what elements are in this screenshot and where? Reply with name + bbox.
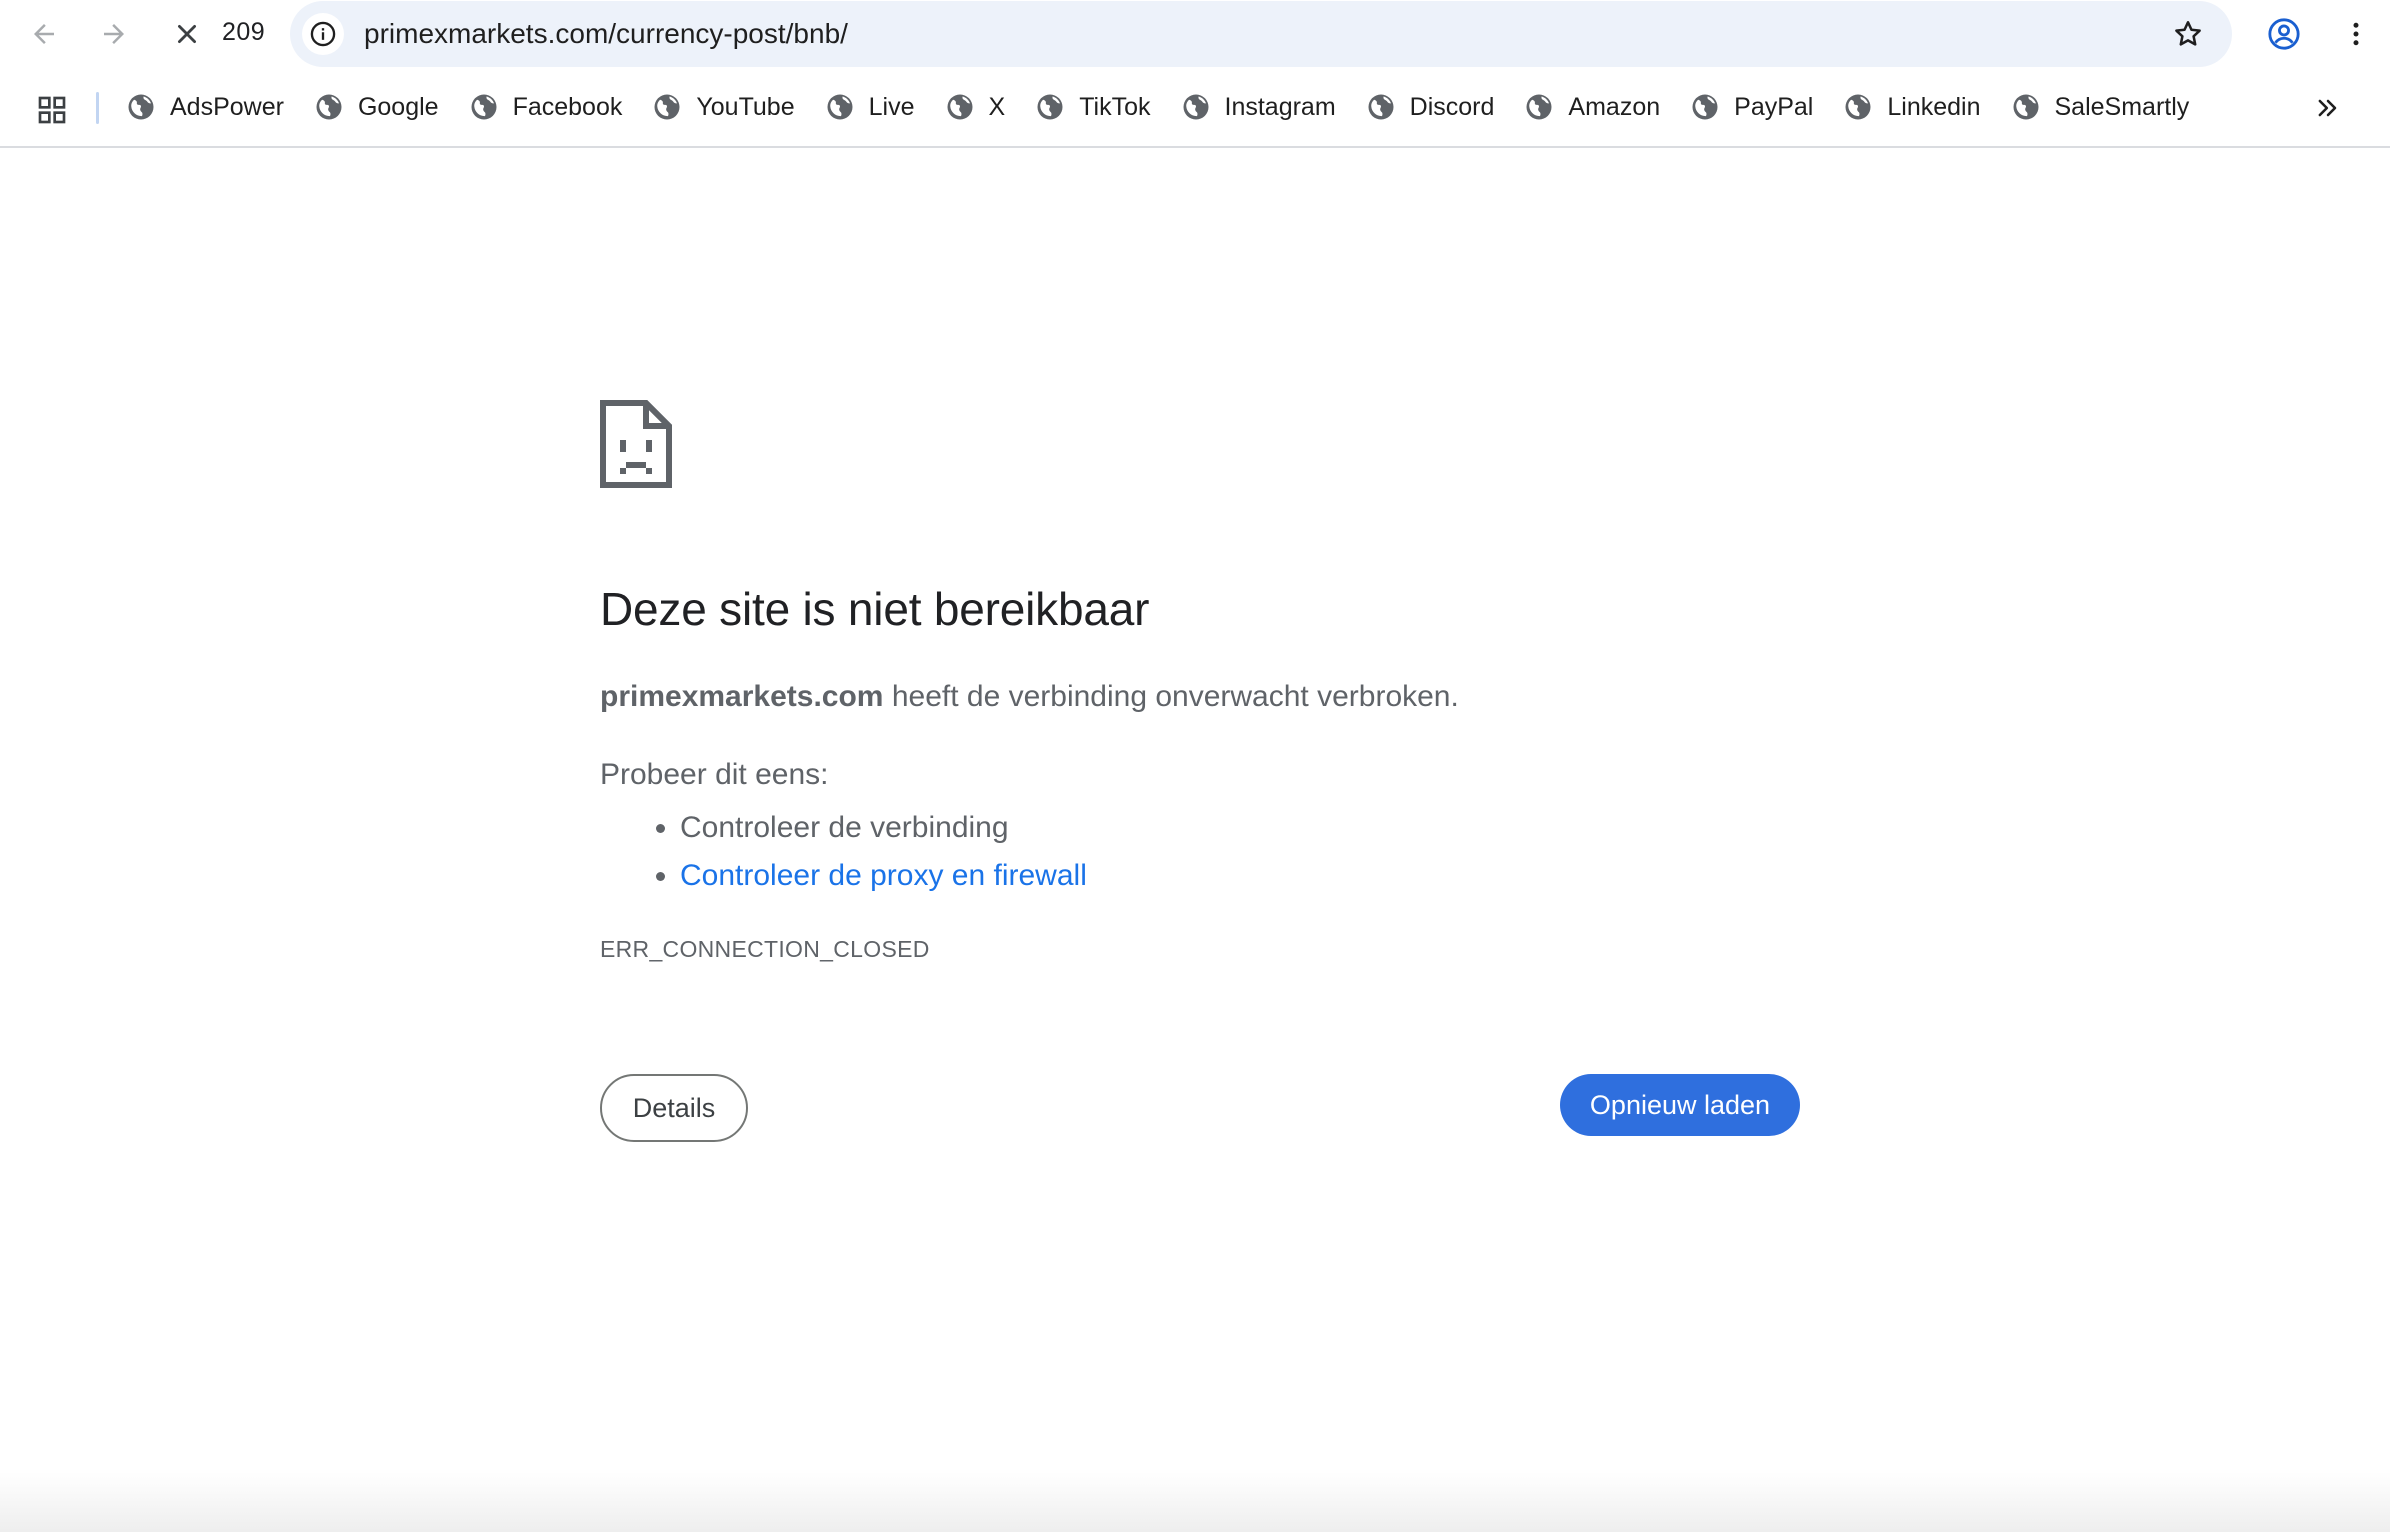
forward-arrow-icon bbox=[104, 24, 124, 44]
bookmark-label: AdsPower bbox=[170, 92, 284, 121]
bookmark-label: Google bbox=[357, 92, 439, 121]
bookmark-label: Instagram bbox=[1224, 92, 1336, 121]
tab-count[interactable]: 209 bbox=[222, 18, 265, 47]
info-icon bbox=[310, 21, 336, 47]
globe-icon bbox=[1368, 94, 1394, 120]
bookmark-label: X bbox=[988, 92, 1006, 121]
bookmark-item-live[interactable]: Live bbox=[825, 86, 927, 128]
error-code: ERR_CONNECTION_CLOSED bbox=[600, 936, 930, 962]
sad-page-icon bbox=[600, 400, 672, 488]
globe-icon bbox=[654, 94, 680, 120]
reload-button[interactable]: Opnieuw laden bbox=[1560, 1074, 1800, 1136]
address-bar[interactable]: primexmarkets.com/currency-post/bnb/ bbox=[290, 1, 2232, 67]
bookmark-item-instagram[interactable]: Instagram bbox=[1181, 86, 1348, 128]
bookmark-item-adspower[interactable]: AdsPower bbox=[126, 86, 296, 128]
close-icon bbox=[178, 25, 196, 43]
suggestion-check-connection: Controleer de verbinding bbox=[680, 804, 1087, 852]
globe-icon bbox=[1526, 94, 1552, 120]
globe-icon bbox=[471, 94, 497, 120]
bookmarks-bar: AdsPower Google Facebook YouTube Live X bbox=[0, 68, 2390, 148]
apps-button[interactable] bbox=[32, 90, 72, 130]
bookmark-label: Live bbox=[868, 92, 915, 121]
globe-icon bbox=[1692, 94, 1718, 120]
back-arrow-icon bbox=[34, 24, 54, 44]
globe-icon bbox=[128, 94, 154, 120]
error-host: primexmarkets.com bbox=[600, 680, 884, 713]
bottom-shadow bbox=[0, 1472, 2390, 1532]
bookmark-label: PayPal bbox=[1734, 92, 1814, 121]
details-button[interactable]: Details bbox=[600, 1074, 748, 1142]
error-description: primexmarkets.com heeft de verbinding on… bbox=[600, 680, 1459, 714]
suggestion-check-proxy-link[interactable]: Controleer de proxy en firewall bbox=[680, 859, 1087, 892]
bookmark-list: AdsPower Google Facebook YouTube Live X bbox=[126, 86, 2219, 128]
globe-icon bbox=[947, 94, 972, 120]
bookmark-item-amazon[interactable]: Amazon bbox=[1524, 86, 1672, 128]
globe-icon bbox=[1183, 94, 1208, 120]
bookmark-star-button[interactable] bbox=[2166, 12, 2210, 56]
suggestions-list: Controleer de verbinding Controleer de p… bbox=[600, 804, 1087, 900]
globe-icon bbox=[827, 94, 853, 120]
stop-loading-button[interactable] bbox=[165, 12, 209, 56]
bookmark-label: Linkedin bbox=[1887, 92, 1981, 121]
bookmark-item-x[interactable]: X bbox=[945, 86, 1018, 128]
apps-grid-icon bbox=[38, 96, 66, 124]
error-description-text: heeft de verbinding onverwacht verbroken… bbox=[883, 680, 1459, 713]
url-text[interactable]: primexmarkets.com/currency-post/bnb/ bbox=[364, 18, 848, 50]
bookmark-label: SaleSmartly bbox=[2054, 92, 2190, 121]
browser-menu-button[interactable] bbox=[2334, 12, 2378, 56]
double-chevron-right-icon bbox=[2318, 99, 2337, 117]
bookmark-item-tiktok[interactable]: TikTok bbox=[1035, 86, 1162, 128]
suggestions-heading: Probeer dit eens: bbox=[600, 758, 829, 791]
error-title: Deze site is niet bereikbaar bbox=[600, 583, 1150, 635]
site-info-button[interactable] bbox=[302, 13, 344, 55]
bookmark-item-facebook[interactable]: Facebook bbox=[469, 86, 635, 128]
bookmark-item-linkedin[interactable]: Linkedin bbox=[1843, 86, 1992, 128]
profile-button[interactable] bbox=[2262, 12, 2306, 56]
bookmarks-divider bbox=[96, 92, 99, 124]
bookmark-item-salesmartly[interactable]: SaleSmartly bbox=[2011, 86, 2202, 128]
forward-button[interactable] bbox=[92, 12, 136, 56]
profile-icon bbox=[2268, 18, 2300, 50]
error-page: Deze site is niet bereikbaar primexmarke… bbox=[0, 150, 2390, 1532]
globe-icon bbox=[316, 94, 342, 120]
more-bookmarks-button[interactable] bbox=[2306, 86, 2350, 130]
bookmark-item-paypal[interactable]: PayPal bbox=[1690, 86, 1825, 128]
bookmark-item-youtube[interactable]: YouTube bbox=[652, 86, 806, 128]
bookmark-item-discord[interactable]: Discord bbox=[1366, 86, 1507, 128]
suggestion-check-proxy-item: Controleer de proxy en firewall bbox=[680, 852, 1087, 900]
bookmark-label: YouTube bbox=[696, 92, 795, 121]
bookmark-label: Facebook bbox=[512, 92, 623, 121]
bookmark-label: TikTok bbox=[1079, 92, 1151, 121]
browser-toolbar: 209 primexmarkets.com/currency-post/bnb/ bbox=[0, 0, 2390, 68]
kebab-menu-icon bbox=[2353, 22, 2359, 46]
back-button[interactable] bbox=[22, 12, 66, 56]
bookmark-label: Amazon bbox=[1568, 92, 1661, 121]
globe-icon bbox=[1845, 94, 1871, 120]
star-icon bbox=[2175, 21, 2201, 46]
globe-icon bbox=[2013, 94, 2038, 120]
bookmark-item-google[interactable]: Google bbox=[314, 86, 451, 128]
globe-icon bbox=[1037, 94, 1063, 120]
bookmark-label: Discord bbox=[1409, 92, 1495, 121]
